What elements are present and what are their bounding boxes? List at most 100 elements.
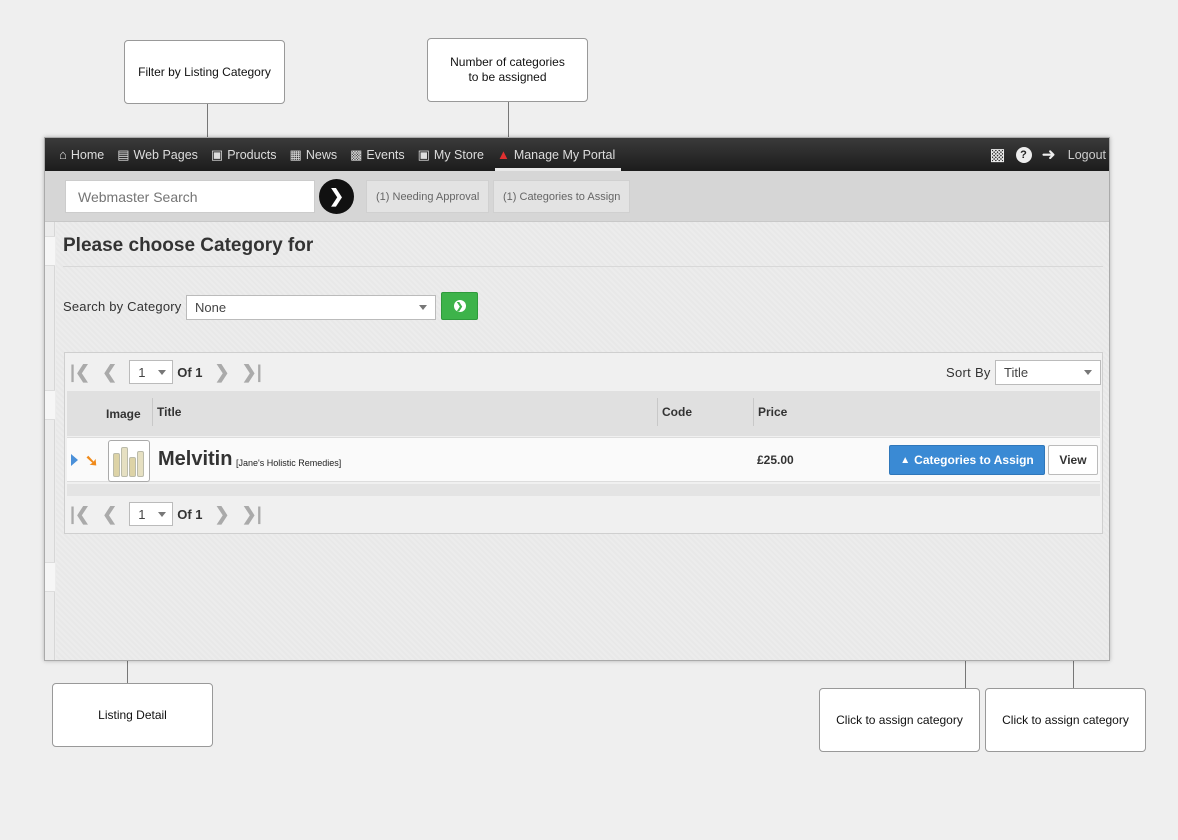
callout-count: Number of categories to be assigned [427, 38, 588, 102]
nav-home[interactable]: ⌂ Home [59, 138, 104, 171]
col-code-header[interactable]: Code [662, 389, 692, 434]
nav-manage-my-portal-label: Manage My Portal [513, 147, 616, 162]
table-footer-spacer [67, 484, 1100, 496]
nav-my-store[interactable]: ▣ My Store [418, 138, 484, 171]
logout-icon[interactable]: ➜ [1042, 145, 1056, 165]
sitemap-icon: ▲ [496, 147, 510, 162]
product-title[interactable]: Melvitin [158, 448, 232, 471]
title-divider [63, 266, 1103, 267]
calendar-icon[interactable]: ▩ [989, 145, 1005, 165]
next-page-icon[interactable]: ❯ [215, 504, 230, 525]
callout-assign-1-text: Click to assign category [836, 712, 963, 727]
calendar-icon: ▩ [350, 146, 363, 162]
collapse-handle[interactable] [45, 236, 55, 266]
callout-listing-detail-text: Listing Detail [98, 707, 167, 722]
arrow-right-circle-icon: ❯ [453, 300, 466, 312]
col-divider [753, 398, 754, 426]
page-select[interactable]: 1 [129, 360, 174, 384]
categories-to-assign-button[interactable]: (1) Categories to Assign [493, 180, 631, 213]
page-of-label: Of 1 [177, 365, 202, 380]
search-by-category-label: Search by Category [63, 299, 182, 314]
product-thumbnail[interactable] [108, 440, 150, 482]
feature-arrow-icon: ➘ [85, 453, 99, 470]
chevron-down-icon [158, 512, 167, 517]
first-page-icon[interactable]: |❮ [70, 362, 90, 383]
categories-to-assign-row-button[interactable]: ▲ Categories to Assign [889, 445, 1045, 475]
nav-my-store-label: My Store [433, 147, 484, 162]
callout-assign-1: Click to assign category [819, 688, 980, 752]
callout-assign-2-text: Click to assign category [1002, 712, 1129, 727]
nav-right: ▩ ? ➜ Logout [989, 138, 1109, 171]
category-select[interactable]: None [186, 295, 436, 320]
chevron-down-icon [419, 305, 427, 310]
nav-manage-my-portal[interactable]: ▲ Manage My Portal [494, 138, 622, 171]
nav-events[interactable]: ▩ Events [350, 138, 405, 171]
page-select-value: 1 [138, 364, 146, 380]
category-search-button[interactable]: ❯ [441, 292, 478, 320]
page-title: Please choose Category for [63, 235, 314, 256]
page-of-label: Of 1 [177, 507, 202, 522]
left-strip-segment [45, 562, 55, 592]
sort-by-label: Sort By [946, 365, 991, 380]
prev-page-icon[interactable]: ❮ [102, 362, 117, 383]
assign-button-label: Categories to Assign [914, 453, 1034, 467]
listing-panel: |❮ ❮ 1 Of 1 ❯ ❯| Sort By Title Image Tit… [64, 352, 1103, 534]
last-page-icon[interactable]: ❯| [242, 362, 262, 383]
category-select-value: None [195, 300, 227, 315]
page-of-word: Of [177, 506, 192, 522]
nav-events-label: Events [366, 147, 405, 162]
app-window: ⌂ Home ▤ Web Pages ▣ Products ▦ News ▩ E… [44, 137, 1110, 661]
toolbar: ❯ (1) Needing Approval (1) Categories to… [45, 171, 1109, 222]
webmaster-search-input[interactable] [65, 180, 315, 213]
top-nav: ⌂ Home ▤ Web Pages ▣ Products ▦ News ▩ E… [45, 138, 1109, 171]
nav-web-pages-label: Web Pages [133, 147, 198, 162]
callout-count-text-1: Number of categories [450, 55, 565, 69]
nav-home-label: Home [70, 147, 105, 162]
callout-filter: Filter by Listing Category [124, 40, 285, 104]
col-divider [657, 398, 658, 426]
logout-link[interactable]: Logout [1068, 148, 1106, 162]
view-button[interactable]: View [1048, 445, 1098, 475]
product-price: £25.00 [757, 453, 794, 467]
nav-web-pages[interactable]: ▤ Web Pages [117, 138, 198, 171]
page-select[interactable]: 1 [129, 502, 174, 526]
nav-products[interactable]: ▣ Products [211, 138, 277, 171]
table-row: ➘ Melvitin [Jane's Holistic Remedies] £2… [67, 437, 1100, 482]
col-price-header[interactable]: Price [758, 389, 787, 434]
left-strip [45, 222, 55, 660]
callout-listing-detail: Listing Detail [52, 683, 213, 747]
nav-news-label: News [305, 147, 338, 162]
pager-top: |❮ ❮ 1 Of 1 ❯ ❯| Sort By Title [65, 357, 1102, 387]
left-strip-segment [45, 390, 55, 420]
col-title-header[interactable]: Title [157, 389, 181, 434]
cart-icon: ▣ [417, 146, 430, 162]
pager-bottom: |❮ ❮ 1 Of 1 ❯ ❯| [65, 499, 1102, 529]
needing-approval-button[interactable]: (1) Needing Approval [366, 180, 490, 213]
callout-count-text-2: to be assigned [468, 70, 547, 84]
search-go-button[interactable]: ❯ [319, 179, 354, 214]
page-total: 1 [195, 364, 203, 380]
main-content: Please choose Category for Search by Cat… [56, 222, 1109, 660]
table-header: Image Title Code Price [67, 391, 1100, 436]
help-icon[interactable]: ? [1015, 146, 1032, 163]
nav-news[interactable]: ▦ News [290, 138, 338, 171]
sort-select[interactable]: Title [995, 360, 1101, 385]
chevron-down-icon [158, 370, 167, 375]
chevron-right-icon: ❯ [328, 186, 345, 206]
web-pages-icon: ▤ [117, 146, 130, 162]
page-total: 1 [195, 506, 203, 522]
page-select-value: 1 [138, 506, 146, 522]
prev-page-icon[interactable]: ❮ [102, 504, 117, 525]
product-store: [Jane's Holistic Remedies] [236, 458, 342, 468]
col-image-header[interactable]: Image [106, 391, 141, 436]
first-page-icon[interactable]: |❮ [70, 504, 90, 525]
callout-filter-text: Filter by Listing Category [138, 64, 271, 79]
sitemap-icon: ▲ [900, 454, 911, 466]
last-page-icon[interactable]: ❯| [242, 504, 262, 525]
callout-assign-2: Click to assign category [985, 688, 1146, 752]
expand-row-icon[interactable] [71, 454, 78, 466]
home-icon: ⌂ [59, 147, 67, 162]
image-icon: ▣ [210, 146, 224, 162]
next-page-icon[interactable]: ❯ [215, 362, 230, 383]
page-of-word: Of [177, 364, 192, 380]
